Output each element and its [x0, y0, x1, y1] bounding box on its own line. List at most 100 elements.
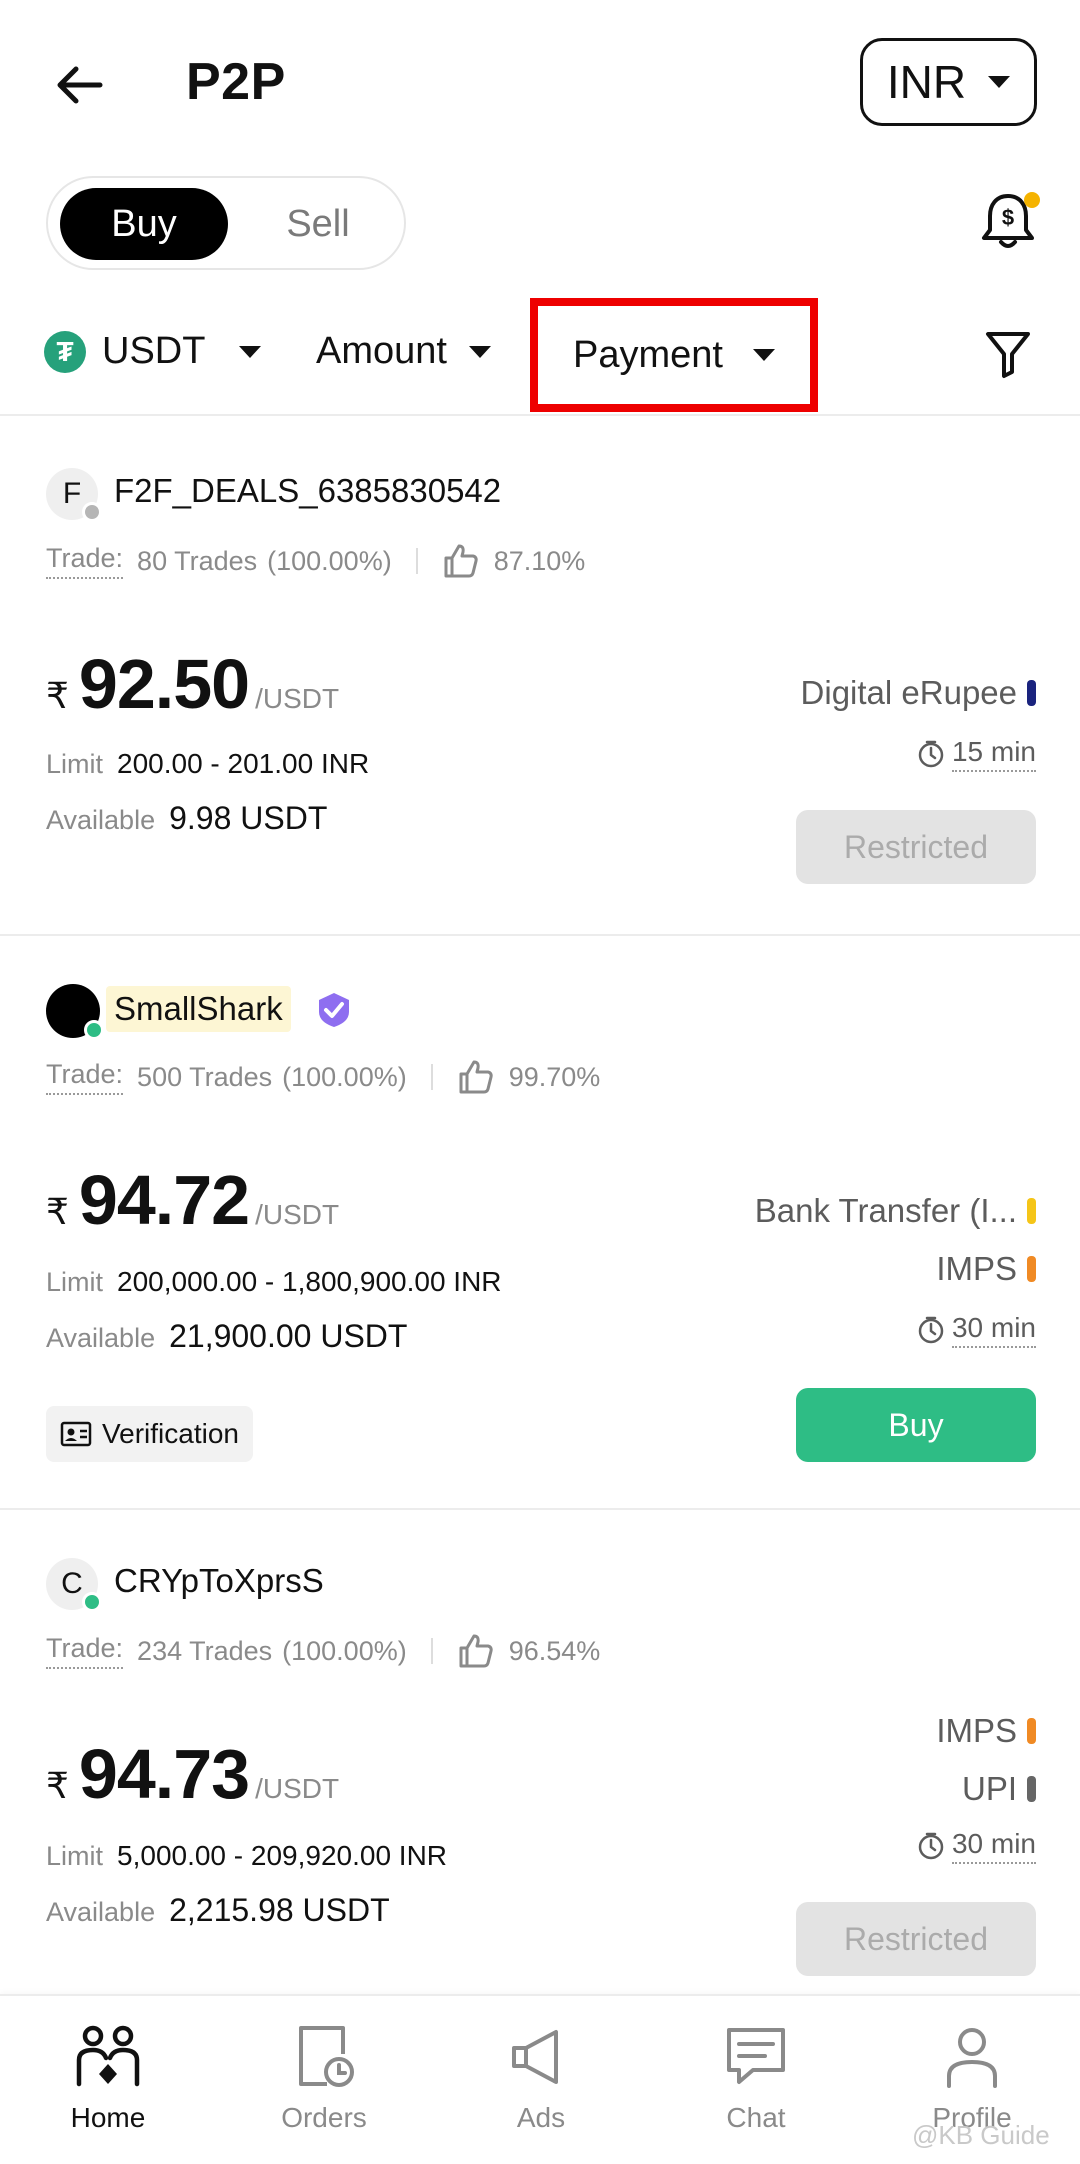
tether-icon: ₮ [44, 330, 86, 373]
back-arrow-icon[interactable] [50, 55, 110, 115]
price: ₹ 94.73 /USDT [46, 1734, 339, 1814]
payment-time-limit: 15 min [916, 736, 1036, 772]
filter-bar: ₮ USDT Amount Payment [0, 298, 1080, 416]
chevron-down-icon [468, 345, 491, 358]
filter-funnel-icon[interactable] [984, 328, 1032, 380]
chevron-down-icon [752, 349, 775, 361]
payment-method-label: Digital eRupee [800, 674, 1017, 711]
available-row: Available 9.98 USDT [46, 800, 327, 837]
price-unit: /USDT [255, 1199, 340, 1230]
trade-label: Trade: [46, 1633, 124, 1669]
available-value: 9.98 USDT [169, 800, 328, 836]
thumbs-up-icon [459, 1634, 493, 1668]
limit-row: Limit 200.00 - 201.00 INR [46, 748, 369, 780]
available-value: 2,215.98 USDT [169, 1892, 390, 1928]
limit-row: Limit 5,000.00 - 209,920.00 INR [46, 1840, 447, 1872]
merchant-name[interactable]: CRYpToXprsS [114, 1562, 324, 1600]
limit-row: Limit 200,000.00 - 1,800,900.00 INR [46, 1266, 502, 1298]
verification-label: Verification [102, 1418, 239, 1449]
watermark: @KB Guide [912, 2120, 1050, 2150]
nav-orders[interactable]: Orders [244, 2024, 404, 2134]
online-status-dot [84, 1020, 104, 1040]
rupee-symbol: ₹ [46, 675, 69, 716]
restricted-button[interactable]: Restricted [796, 1902, 1036, 1976]
tab-sell[interactable]: Sell [248, 188, 388, 260]
home-people-icon [76, 2025, 140, 2087]
currency-selector[interactable]: INR [860, 38, 1037, 126]
nav-chat[interactable]: Chat [676, 2024, 836, 2134]
trade-stats: Trade: 80 Trades (100.00%) 87.10% [46, 542, 585, 580]
currency-label: INR [886, 56, 967, 108]
top-bar: P2P INR [0, 0, 1080, 165]
avatar[interactable]: C [46, 1558, 102, 1612]
time-value: 30 min [951, 1312, 1036, 1348]
completion-rate: (100.00%) [282, 1635, 407, 1666]
orders-icon [299, 2026, 354, 2087]
payment-filter[interactable]: Payment [530, 298, 818, 412]
asset-filter[interactable]: ₮ USDT [44, 330, 262, 373]
divider [415, 548, 418, 574]
positive-rating: 87.10% [493, 545, 586, 576]
page-title: P2P [186, 53, 286, 111]
notification-dot [1024, 192, 1040, 208]
nav-ads[interactable]: Ads [461, 2024, 621, 2134]
nav-profile[interactable]: Profile [892, 2024, 1052, 2134]
price-value: 94.73 [78, 1735, 250, 1813]
available-label: Available [46, 1897, 156, 1927]
limit-value: 200,000.00 - 1,800,900.00 INR [117, 1266, 502, 1297]
trade-count: 500 Trades [137, 1061, 273, 1092]
chevron-down-icon [239, 345, 262, 358]
avatar[interactable]: F [46, 468, 102, 522]
nav-chat-label: Chat [726, 2102, 786, 2133]
payment-method-label: IMPS [936, 1712, 1017, 1749]
listing-card: SmallShark Trade: 500 Trades (100.00%) 9… [0, 936, 1080, 1510]
payment-method: IMPS [936, 1250, 1036, 1288]
rupee-symbol: ₹ [46, 1191, 69, 1232]
tab-buy[interactable]: Buy [60, 188, 228, 260]
payment-method-label: UPI [961, 1770, 1017, 1807]
limit-label: Limit [46, 1267, 104, 1297]
asset-filter-label: USDT [102, 330, 206, 372]
payment-filter-label: Payment [573, 333, 723, 376]
nav-home[interactable]: Home [28, 2024, 188, 2134]
price-value: 92.50 [78, 645, 250, 723]
payment-color-bar [1027, 1198, 1036, 1224]
positive-rating: 96.54% [508, 1635, 601, 1666]
merchant-name[interactable]: SmallShark [106, 986, 291, 1032]
completion-rate: (100.00%) [282, 1061, 407, 1092]
payment-method-label: IMPS [936, 1250, 1017, 1287]
available-label: Available [46, 805, 156, 835]
trade-label: Trade: [46, 543, 124, 579]
payment-method: UPI [962, 1770, 1036, 1808]
restricted-button[interactable]: Restricted [796, 810, 1036, 884]
id-card-icon [60, 1421, 92, 1447]
payment-method-label: Bank Transfer (I... [754, 1192, 1017, 1229]
chat-icon [727, 2028, 785, 2084]
trade-stats: Trade: 500 Trades (100.00%) 99.70% [46, 1058, 600, 1096]
avatar[interactable] [46, 984, 104, 1040]
avatar-letter: C [61, 1567, 83, 1600]
positive-rating: 99.70% [508, 1061, 601, 1092]
payment-method: Digital eRupee [801, 674, 1036, 712]
nav-home-label: Home [70, 2102, 146, 2133]
payment-method: Bank Transfer (I... [755, 1192, 1036, 1230]
verification-badge: Verification [46, 1406, 253, 1462]
avatar-letter: F [62, 477, 82, 510]
listing-card: C CRYpToXprsS Trade: 234 Trades (100.00%… [0, 1510, 1080, 1994]
available-label: Available [46, 1323, 156, 1353]
price-unit: /USDT [255, 1773, 340, 1804]
rupee-symbol: ₹ [46, 1765, 69, 1806]
profile-icon [947, 2028, 997, 2088]
price: ₹ 92.50 /USDT [46, 644, 339, 724]
limit-value: 5,000.00 - 209,920.00 INR [117, 1840, 448, 1871]
amount-filter-label: Amount [316, 330, 447, 372]
merchant-name[interactable]: F2F_DEALS_6385830542 [114, 472, 501, 510]
payment-color-bar [1027, 1718, 1036, 1744]
trade-stats: Trade: 234 Trades (100.00%) 96.54% [46, 1632, 600, 1670]
buy-button[interactable]: Buy [796, 1388, 1036, 1462]
svg-text:$: $ [1002, 205, 1014, 230]
available-row: Available 21,900.00 USDT [46, 1318, 407, 1355]
buy-sell-toggle: Buy Sell [46, 176, 406, 270]
thumbs-up-icon [444, 544, 478, 578]
amount-filter[interactable]: Amount [316, 330, 491, 373]
